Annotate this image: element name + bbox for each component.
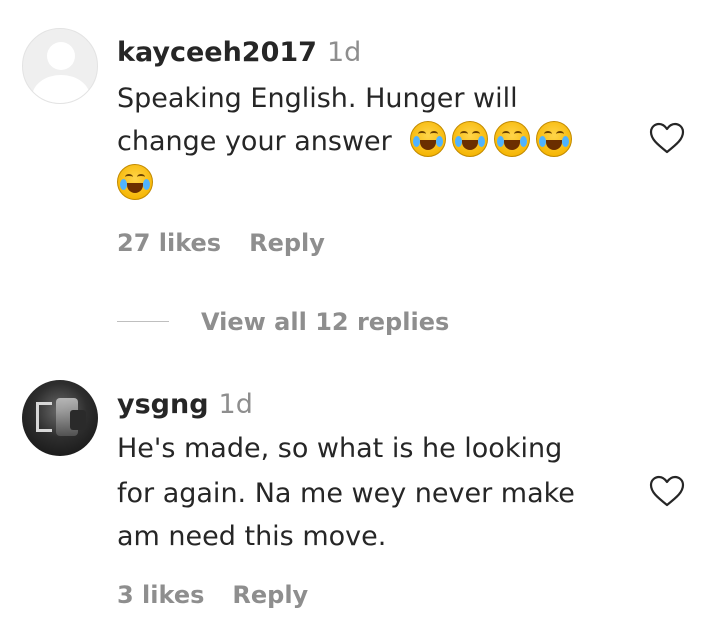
heart-outline-icon[interactable]: [649, 122, 685, 154]
avatar-head-silhouette: [47, 42, 75, 70]
divider-line: [117, 321, 169, 322]
avatar-graphic: [70, 410, 86, 430]
avatar-body-silhouette: [32, 75, 90, 103]
comment-meta: 3 likes Reply: [117, 580, 308, 610]
reply-button[interactable]: Reply: [232, 581, 308, 609]
comment-meta: 27 likes Reply: [117, 228, 325, 258]
comment-header: kayceeh2017 1d: [117, 36, 361, 70]
timestamp[interactable]: 1d: [327, 37, 361, 68]
tears-of-joy-emoji-icon: [452, 121, 489, 157]
tears-of-joy-emoji-icon: [410, 121, 447, 157]
likes-count[interactable]: 27 likes: [117, 229, 221, 257]
comment-text-line: change your answer: [117, 120, 578, 163]
username[interactable]: kayceeh2017: [117, 37, 317, 68]
reply-button[interactable]: Reply: [249, 229, 325, 257]
tears-of-joy-emoji-icon: [117, 164, 153, 200]
avatar[interactable]: [22, 380, 98, 456]
tears-of-joy-emoji-icon: [494, 121, 531, 157]
avatar-graphic: [36, 402, 52, 432]
comment-text-line: [117, 163, 159, 206]
comment-text-line: Speaking English. Hunger will: [117, 83, 518, 114]
username[interactable]: ysgng: [117, 389, 209, 420]
likes-count[interactable]: 3 likes: [117, 581, 204, 609]
avatar[interactable]: [22, 28, 98, 104]
comment-text-line: He's made, so what is he looking: [117, 433, 563, 464]
comment-header: ysgng 1d: [117, 388, 253, 422]
comment-item: kayceeh2017 1d Speaking English. Hunger w…: [0, 0, 720, 300]
view-replies-label[interactable]: View all 12 replies: [201, 306, 449, 338]
comment-item: ysgng 1d He's made, so what is he looking…: [0, 370, 720, 637]
timestamp[interactable]: 1d: [219, 389, 253, 420]
heart-outline-icon[interactable]: [649, 475, 685, 507]
comment-text-line: for again. Na me wey never make: [117, 478, 575, 509]
comment-text-line: am need this move.: [117, 521, 387, 552]
comment-text-fragment: change your answer: [117, 126, 392, 157]
tears-of-joy-emoji-icon: [536, 121, 573, 157]
